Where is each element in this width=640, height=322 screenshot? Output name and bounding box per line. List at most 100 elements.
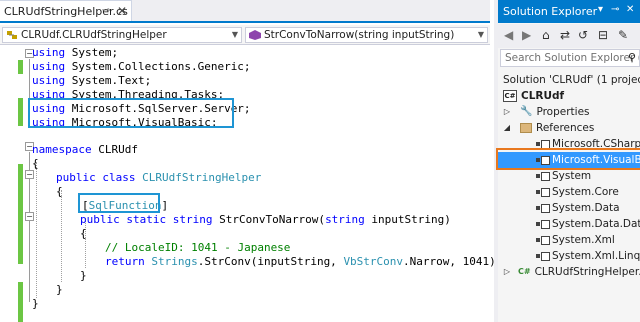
- solution-explorer-search-input[interactable]: Search Solution Explorer ( ⚲: [500, 49, 640, 67]
- solution-explorer: Solution Explorer ▾ ⊸ ✕ ◀ ▶ ⌂ ⇄ ↺ ⊟ ✎ Se…: [494, 0, 640, 322]
- keyword: class: [95, 171, 136, 184]
- tree-item-label: System.Xml.Linq: [552, 250, 640, 262]
- close-icon[interactable]: ✕: [116, 4, 128, 18]
- keyword: using: [32, 74, 66, 87]
- reference-icon: [536, 188, 550, 197]
- reference-icon: [536, 252, 550, 261]
- code-line: public class CLRUdfStringHelper: [56, 171, 261, 185]
- tree-item-label: System.Core: [552, 186, 619, 198]
- forward-icon[interactable]: ▶: [522, 28, 531, 42]
- code-line: }: [32, 297, 39, 311]
- code-text: }: [56, 283, 63, 296]
- sync-icon[interactable]: ⇄: [560, 28, 570, 42]
- code-line: using System;: [32, 46, 118, 60]
- code-line: public static string StrConvToNarrow(str…: [80, 213, 451, 227]
- tree-item-references[interactable]: ◢ References: [498, 120, 638, 136]
- collapse-arrow-icon[interactable]: ◢: [502, 120, 512, 136]
- code-text: System;: [65, 46, 119, 59]
- code-text: ]: [161, 199, 169, 212]
- highlight-box-reference: [496, 148, 640, 170]
- settings-icon[interactable]: ✎: [618, 28, 628, 42]
- chevron-down-icon: ▼: [231, 30, 238, 39]
- code-area[interactable]: − − − − using System; using System.Colle…: [0, 46, 502, 322]
- references-folder-icon: [520, 123, 532, 133]
- code-text: inputString): [364, 213, 451, 226]
- highlight-box-usings: [28, 98, 234, 128]
- keyword: public: [80, 213, 120, 226]
- code-text: }: [32, 297, 39, 310]
- class-dropdown[interactable]: CLRUdf.CLRUdfStringHelper ▼: [2, 27, 242, 43]
- code-text: .Narrow, 1041);: [403, 255, 503, 268]
- pending-changes-icon[interactable]: ⊟: [598, 28, 608, 42]
- outline-line: [29, 59, 30, 99]
- member-dropdown-value: StrConvToNarrow(string inputString): [264, 29, 455, 41]
- reference-icon: [536, 236, 550, 245]
- dropdown-icon[interactable]: ▾: [598, 4, 603, 15]
- history-icon[interactable]: ↺: [578, 28, 588, 42]
- class-icon: [7, 31, 17, 39]
- code-text: .StrConv(inputString,: [197, 255, 344, 268]
- keyword: return: [105, 255, 145, 268]
- class-dropdown-value: CLRUdf.CLRUdfStringHelper: [21, 29, 167, 41]
- code-text: {: [80, 227, 87, 240]
- keyword: namespace: [32, 143, 92, 156]
- navigation-bar: CLRUdf.CLRUdfStringHelper ▼ StrConvToNar…: [0, 25, 490, 45]
- tree-item-reference[interactable]: System: [498, 168, 640, 184]
- home-icon[interactable]: ⌂: [542, 28, 550, 42]
- document-tab[interactable]: CLRUdfStringHelper.cs ⊸ ✕: [0, 0, 132, 21]
- change-marker: [18, 98, 23, 126]
- tree-item-reference[interactable]: System.Xml.Linq: [498, 248, 640, 264]
- indent-guide: [61, 190, 62, 282]
- back-icon[interactable]: ◀: [504, 28, 513, 42]
- reference-icon: [536, 220, 550, 229]
- tree-item-reference[interactable]: System.Core: [498, 184, 640, 200]
- reference-icon: [536, 204, 550, 213]
- chevron-down-icon: ▼: [477, 30, 484, 39]
- expand-arrow-icon[interactable]: ▷: [502, 104, 512, 120]
- code-line: using System.Collections.Generic;: [32, 60, 251, 74]
- csharp-file-icon: C#: [518, 267, 531, 276]
- tree-item-label: CLRUdfStringHelper.cs: [534, 266, 640, 278]
- tree-item-file[interactable]: ▷ C#CLRUdfStringHelper.cs: [498, 264, 640, 280]
- code-line: {: [56, 185, 63, 199]
- tree-item-reference[interactable]: System.Xml: [498, 232, 640, 248]
- tree-item-label: System: [552, 170, 592, 182]
- code-editor[interactable]: CLRUdfStringHelper.cs ⊸ ✕ CLRUdf.CLRUdfS…: [0, 0, 502, 322]
- wrench-icon: 🔧: [520, 106, 533, 117]
- code-text: System.Text;: [65, 74, 152, 87]
- document-tab-strip: CLRUdfStringHelper.cs ⊸ ✕: [0, 0, 490, 23]
- expand-arrow-icon[interactable]: ▷: [502, 264, 512, 280]
- solution-explorer-title-bar: Solution Explorer ▾ ⊸ ✕: [498, 0, 640, 23]
- collapse-toggle[interactable]: −: [25, 212, 34, 221]
- code-text: CLRUdf: [91, 143, 138, 156]
- search-placeholder: Search Solution Explorer (: [505, 52, 640, 64]
- csharp-project-icon: C#: [503, 90, 517, 102]
- comment: // LocaleID: 1041 - Japanese: [105, 241, 291, 254]
- close-icon[interactable]: ✕: [626, 4, 634, 15]
- tree-item-properties[interactable]: ▷ 🔧 Properties: [498, 104, 638, 120]
- keyword: string: [325, 213, 365, 226]
- tree-item-reference[interactable]: System.Data.DataSet: [498, 216, 640, 232]
- tree-item-label: System.Xml: [552, 234, 615, 246]
- code-line: }: [80, 269, 87, 283]
- pin-icon[interactable]: ⊸: [611, 4, 619, 15]
- code-text: StrConvToNarrow(: [212, 213, 326, 226]
- tree-item-project[interactable]: C# CLRUdf: [503, 88, 564, 104]
- keyword: using: [32, 46, 66, 59]
- change-marker: [18, 282, 23, 322]
- tree-item-solution[interactable]: Solution 'CLRUdf' (1 project): [503, 72, 640, 88]
- code-text: System.Collections.Generic;: [65, 60, 251, 73]
- member-dropdown[interactable]: StrConvToNarrow(string inputString) ▼: [245, 27, 488, 43]
- tree-item-label: Solution 'CLRUdf' (1 project): [503, 74, 640, 86]
- code-text: {: [32, 157, 39, 170]
- search-icon[interactable]: ⚲: [628, 51, 636, 64]
- pin-icon[interactable]: ⊸: [100, 5, 112, 18]
- code-line: // LocaleID: 1041 - Japanese: [105, 241, 290, 255]
- indent-guide: [36, 162, 37, 298]
- change-marker: [18, 60, 23, 74]
- collapse-toggle[interactable]: −: [25, 170, 34, 179]
- tree-item-label: Properties: [536, 106, 590, 118]
- highlight-box-attribute: [78, 193, 160, 213]
- code-line: namespace CLRUdf: [32, 143, 138, 157]
- tree-item-reference[interactable]: System.Data: [498, 200, 640, 216]
